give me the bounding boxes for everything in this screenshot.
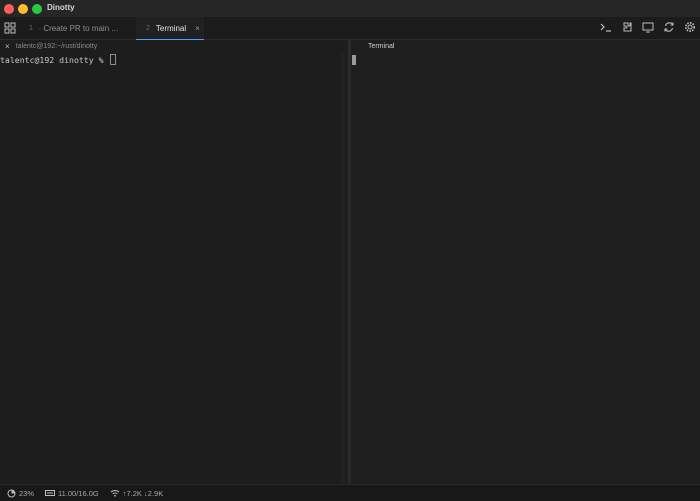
right-pane-header: Terminal [351, 40, 700, 53]
left-pane-header: × talentc@192:~/rust/dinotty [0, 40, 346, 53]
wifi-icon [110, 490, 120, 497]
terminal-cursor [352, 55, 356, 65]
close-window-button[interactable] [4, 4, 14, 14]
right-terminal-pane[interactable]: Terminal [351, 40, 700, 483]
memory-icon [45, 490, 56, 496]
network-value: ↑7.2K ↓2.9K [122, 488, 164, 498]
terminal-prompt-icon[interactable] [600, 21, 612, 33]
tab-close-icon[interactable]: × [195, 24, 200, 33]
status-bar: 23% 11.00/16.0G ↑7.2K ↓2.9K [0, 484, 700, 501]
shell-prompt: talentc@192 dinotty % [0, 55, 109, 65]
tab-number: 1 [29, 24, 33, 32]
grid-icon[interactable] [4, 22, 16, 34]
left-terminal-pane[interactable]: × talentc@192:~/rust/dinotty talentc@192… [0, 40, 346, 483]
memory-status: 11.00/16.0G [45, 489, 99, 498]
minimize-window-button[interactable] [18, 4, 28, 14]
display-icon[interactable] [642, 21, 654, 33]
title-bar: Dinotty [0, 0, 700, 17]
left-pane-title: talentc@192:~/rust/dinotty [15, 43, 98, 50]
cpu-status: 23% [7, 489, 34, 498]
network-status: ↑7.2K ↓2.9K [110, 489, 163, 498]
tab-number: 2 [146, 24, 150, 32]
left-pane-scrollbar[interactable] [341, 54, 345, 483]
tab-label: Terminal [155, 23, 187, 33]
close-pane-icon[interactable]: × [5, 42, 10, 51]
tab-create-pr[interactable]: 1 ∙ Create PR to main ... [20, 17, 135, 39]
memory-value: 11.00/16.0G [58, 488, 99, 498]
terminal-cursor [110, 54, 117, 65]
toolbar-icons [600, 21, 696, 33]
extensions-icon[interactable] [621, 21, 633, 33]
right-pane-title: Terminal [368, 43, 395, 50]
cpu-icon [7, 489, 16, 497]
app-title: Dinotty [47, 3, 75, 12]
gear-icon[interactable] [684, 21, 696, 33]
tab-bar: 1 ∙ Create PR to main ... 2 Terminal × [0, 17, 700, 40]
refresh-icon[interactable] [663, 21, 675, 33]
terminal-output[interactable]: talentc@192 dinotty % [0, 54, 117, 65]
tab-terminal[interactable]: 2 Terminal × [136, 17, 204, 40]
cpu-value: 23% [19, 488, 35, 498]
maximize-window-button[interactable] [32, 4, 42, 14]
tab-label: ∙ Create PR to main ... [38, 23, 119, 33]
